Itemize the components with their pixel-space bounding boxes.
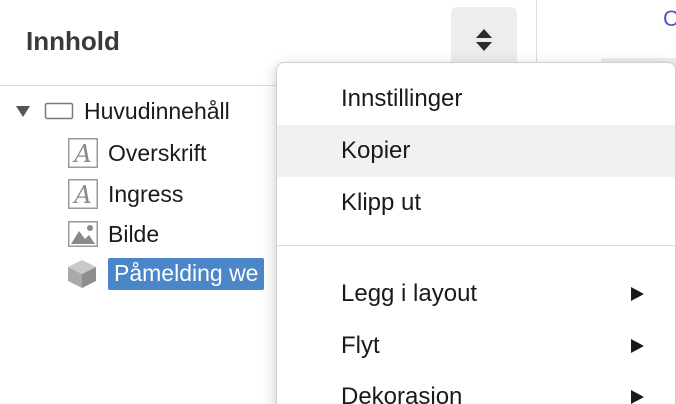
tree-item-label: Ingress (108, 180, 184, 207)
tree-item-label-selected: Påmelding we (108, 258, 265, 290)
image-icon (68, 221, 98, 247)
svg-text:A: A (72, 181, 91, 209)
menu-item-move[interactable]: Flyt (277, 320, 675, 372)
cube-icon (66, 258, 98, 290)
app-window: C Innhold Huvudinnehåll A Overskrift A I… (0, 0, 676, 404)
tree-item-pamelding[interactable]: Påmelding we (66, 257, 265, 291)
tree-item-ingress[interactable]: A Ingress (68, 177, 183, 211)
panel-title: Innhold (26, 26, 120, 56)
container-icon (44, 101, 74, 121)
right-pane-text-fragment: C (663, 6, 676, 31)
menu-item-label: Innstillinger (341, 85, 463, 112)
submenu-arrow-icon (631, 390, 644, 404)
menu-item-copy[interactable]: Kopier (277, 125, 675, 177)
context-menu: Innstillinger Kopier Klipp ut Legg i lay… (276, 62, 676, 404)
text-a-icon: A (68, 179, 98, 209)
menu-item-cut[interactable]: Klipp ut (277, 177, 675, 229)
tree-item-bilde[interactable]: Bilde (68, 217, 159, 251)
tree-item-overskrift[interactable]: A Overskrift (68, 136, 206, 170)
submenu-arrow-icon (631, 339, 644, 353)
menu-item-label: Klipp ut (341, 189, 422, 216)
text-a-icon: A (68, 138, 98, 168)
menu-item-decoration[interactable]: Dekorasjon (277, 371, 675, 404)
menu-item-label: Kopier (341, 137, 411, 164)
tree-item-root[interactable]: Huvudinnehåll (14, 94, 230, 128)
submenu-arrow-icon (631, 287, 644, 301)
menu-item-label: Dekorasjon (341, 383, 463, 404)
menu-item-settings[interactable]: Innstillinger (277, 73, 675, 125)
menu-item-label: Legg i layout (341, 280, 478, 307)
svg-text:A: A (72, 140, 91, 168)
menu-item-label: Flyt (341, 332, 380, 359)
tree-item-label: Bilde (108, 220, 160, 247)
sort-updown-icon (476, 29, 492, 51)
menu-item-add-to-layout[interactable]: Legg i layout (277, 268, 675, 320)
tree-item-label: Huvudinnehåll (84, 97, 230, 124)
menu-separator (277, 245, 675, 246)
collapse-triangle-icon[interactable] (14, 102, 32, 120)
tree-item-label: Overskrift (108, 139, 207, 166)
